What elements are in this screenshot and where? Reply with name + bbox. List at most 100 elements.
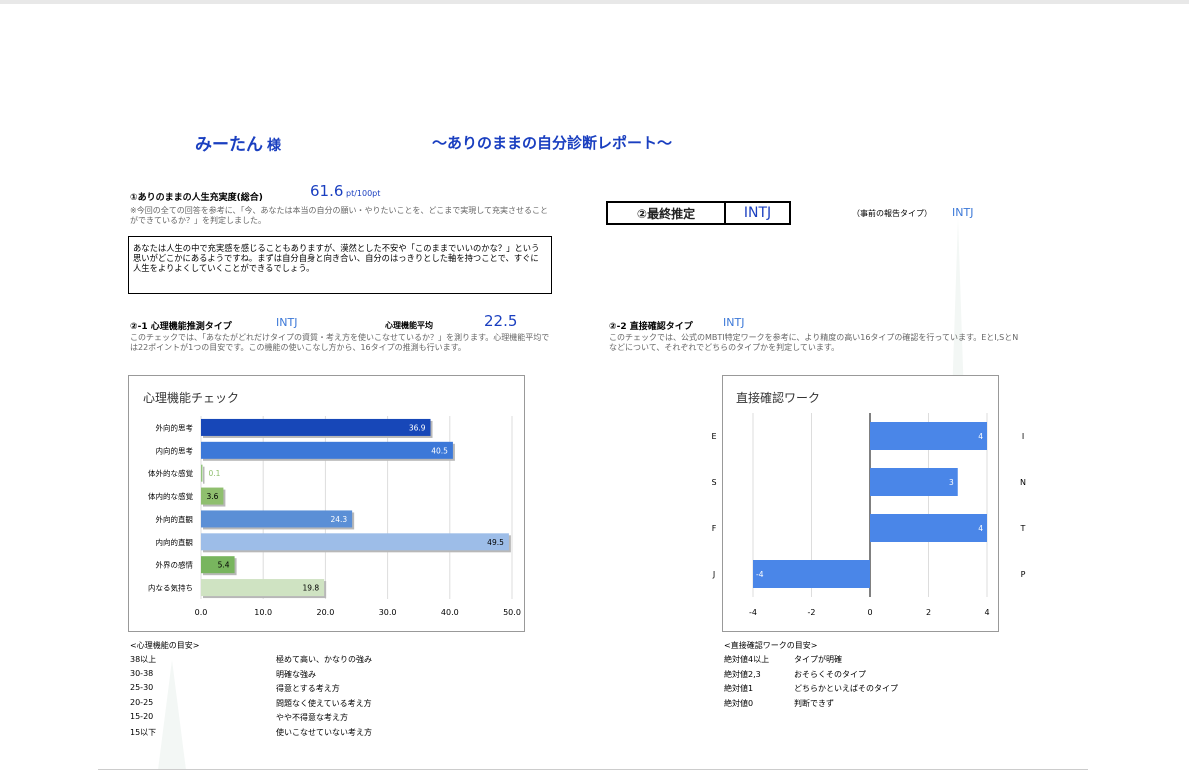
category-label: 内なる気持ち bbox=[148, 583, 193, 593]
bar bbox=[201, 441, 453, 459]
category-label: 体内的な感覚 bbox=[148, 491, 193, 501]
legend-row: 絶対値0 判断できず bbox=[724, 698, 984, 709]
direct-chart-svg: -4 -2 0 2 4 E I 4 S N 3 F T 4 J P -4 bbox=[711, 413, 1026, 617]
x-tick-label: -4 bbox=[749, 608, 757, 617]
section22-note: このチェックでは、公式のMBTI特定ワークを参考に、より精度の高い16タイプの確… bbox=[609, 333, 1019, 352]
bar-value-label: 4 bbox=[978, 432, 983, 441]
user-name-text: みーたん bbox=[195, 135, 263, 155]
legend-desc: どちらかといえばそのタイプ bbox=[794, 684, 898, 693]
legend-range: 20-25 bbox=[130, 697, 154, 707]
left-pole-label: E bbox=[711, 432, 716, 441]
legend-row: 38以上 極めて高い、かなりの強み bbox=[130, 654, 460, 665]
prior-type-value: INTJ bbox=[952, 206, 974, 219]
left-pole-label: S bbox=[711, 478, 716, 487]
bar-value-label: 19.8 bbox=[302, 584, 319, 593]
bar-value-label: 3.6 bbox=[206, 492, 218, 501]
left-pole-label: F bbox=[712, 524, 717, 533]
legend-range: 38以上 bbox=[130, 655, 157, 664]
bar-value-label: 24.3 bbox=[330, 515, 347, 524]
final-estimate-type: INTJ bbox=[743, 205, 772, 221]
final-estimate-label: ②最終推定 bbox=[608, 203, 726, 223]
section21-type: INTJ bbox=[276, 316, 298, 329]
top-border bbox=[0, 0, 1189, 4]
right-pole-label: P bbox=[1021, 570, 1026, 579]
x-tick-label: -2 bbox=[808, 608, 816, 617]
bar bbox=[201, 533, 509, 551]
legend-desc: 極めて高い、かなりの強み bbox=[276, 655, 372, 664]
honorific: 様 bbox=[267, 138, 281, 154]
legend-range: 30-38 bbox=[130, 668, 154, 678]
section1-score: 61.6 bbox=[310, 182, 344, 200]
category-label: 体外的な感覚 bbox=[148, 468, 193, 478]
bar-value-label: 40.5 bbox=[431, 446, 448, 455]
legend-range: 25-30 bbox=[130, 683, 154, 692]
legend-desc: おそらくそのタイプ bbox=[794, 669, 866, 679]
x-tick-label: 0.0 bbox=[195, 608, 208, 617]
legend-desc: やや不得意な考え方 bbox=[276, 713, 348, 722]
bar-value-label: 3 bbox=[949, 478, 954, 487]
function-legend-title: <心理機能の目安> bbox=[130, 641, 200, 650]
section1-heading: ①ありのままの人生充実度(総合) bbox=[130, 193, 263, 203]
category-label: 外界の感情 bbox=[156, 560, 194, 570]
legend-range: 15以下 bbox=[130, 727, 157, 737]
direct-chart: -4 -2 0 2 4 E I 4 S N 3 F T 4 J P -4 bbox=[700, 375, 1040, 632]
x-tick-label: 4 bbox=[984, 608, 989, 617]
bar-value-label: 36.9 bbox=[409, 423, 426, 432]
x-tick-label: 30.0 bbox=[379, 608, 397, 617]
bottom-divider bbox=[98, 769, 1088, 770]
left-pole-label: J bbox=[712, 570, 715, 579]
legend-range: 絶対値4以上 bbox=[724, 655, 770, 664]
section22-type: INTJ bbox=[723, 316, 745, 329]
legend-row: 絶対値1 どちらかといえばそのタイプ bbox=[724, 683, 984, 694]
bar bbox=[201, 418, 431, 436]
section1-unit: pt/100pt bbox=[346, 189, 381, 198]
bar bbox=[870, 422, 987, 450]
legend-range: 絶対値1 bbox=[724, 684, 754, 693]
legend-row: 25-30 得意とする考え方 bbox=[130, 683, 460, 693]
x-tick-label: 50.0 bbox=[503, 608, 521, 617]
bar-value-label: 4 bbox=[978, 524, 983, 533]
legend-row: 20-25 問題なく使えている考え方 bbox=[130, 697, 460, 708]
bar-value-label: 5.4 bbox=[218, 561, 230, 570]
legend-desc: 判断できず bbox=[794, 698, 834, 708]
legend-desc: 問題なく使えている考え方 bbox=[276, 698, 372, 708]
legend-row: 絶対値2,3 おそらくそのタイプ bbox=[724, 669, 984, 680]
x-tick-label: 0 bbox=[867, 608, 872, 617]
section1-message: あなたは人生の中で充実感を感じることもありますが、漠然とした不安や「このままでい… bbox=[128, 236, 552, 294]
section22-heading: ②-2 直接確認タイプ bbox=[609, 322, 693, 332]
category-label: 外向的直観 bbox=[156, 514, 194, 524]
direct-legend-title: <直接確認ワークの目安> bbox=[724, 641, 818, 650]
legend-row: 30-38 明確な強み bbox=[130, 668, 460, 679]
legend-row: 15以下 使いこなせていない考え方 bbox=[130, 727, 460, 738]
avg-value: 22.5 bbox=[484, 312, 518, 330]
category-label: 内向的直観 bbox=[156, 537, 194, 547]
prior-type-label: （事前の報告タイプ） bbox=[852, 209, 932, 218]
right-pole-label: I bbox=[1022, 432, 1024, 441]
legend-range: 15-20 bbox=[130, 712, 154, 721]
section21-note: このチェックでは、「あなたがどれだけタイプの資質・考え方を使いこなせているか？」… bbox=[130, 333, 550, 352]
category-label: 外向的思考 bbox=[156, 422, 194, 432]
bar bbox=[870, 514, 987, 542]
bar-shadow bbox=[203, 466, 205, 484]
x-tick-label: 10.0 bbox=[254, 608, 272, 617]
category-label: 内向的思考 bbox=[156, 445, 194, 455]
legend-desc: 使いこなせていない考え方 bbox=[276, 727, 372, 737]
section21-heading: ②-1 心理機能推測タイプ bbox=[130, 322, 232, 332]
legend-desc: 明確な強み bbox=[276, 669, 316, 679]
bar bbox=[870, 468, 958, 496]
function-chart-svg: 0.0 10.0 20.0 30.0 40.0 50.0 外向的思考 36.9 内向的思考 40.… bbox=[148, 416, 521, 617]
legend-row: 15-20 やや不得意な考え方 bbox=[130, 712, 460, 722]
bar-value-label: 0.1 bbox=[209, 469, 221, 478]
function-chart: 0.0 10.0 20.0 30.0 40.0 50.0 外向的思考 36.9 内向的思考 40.… bbox=[128, 375, 525, 632]
legend-range: 絶対値2,3 bbox=[724, 669, 761, 679]
legend-desc: 得意とする考え方 bbox=[276, 684, 340, 693]
report-title: ～ありのままの自分診断レポート～ bbox=[432, 134, 673, 152]
right-pole-label: N bbox=[1020, 478, 1026, 487]
final-estimate-box: ②最終推定 INTJ bbox=[606, 201, 791, 225]
legend-range: 絶対値0 bbox=[724, 698, 754, 708]
bar bbox=[201, 464, 203, 482]
bar-value-label: 49.5 bbox=[487, 538, 504, 547]
bar-value-label: -4 bbox=[756, 570, 764, 579]
user-name: みーたん様 bbox=[195, 130, 281, 155]
legend-row: 絶対値4以上 タイプが明確 bbox=[724, 654, 984, 665]
